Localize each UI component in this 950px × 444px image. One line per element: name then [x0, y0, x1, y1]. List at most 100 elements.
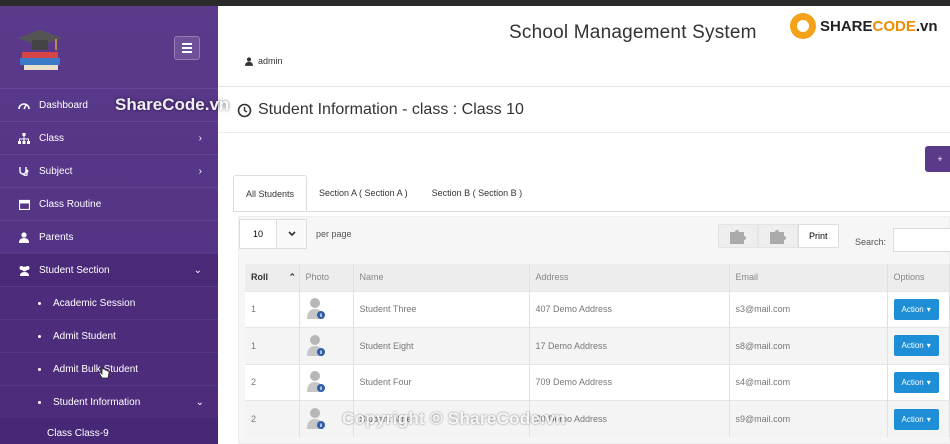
tab-section-a[interactable]: Section A ( Section A ) — [307, 175, 420, 211]
puzzle-icon — [770, 230, 786, 244]
copy-button[interactable] — [718, 224, 758, 248]
school-logo-icon — [18, 30, 62, 70]
tab-divider — [233, 211, 950, 212]
sidebar-item-student-section[interactable]: Student Section ⌄ — [0, 253, 218, 286]
chevron-down-icon: ⌄ — [195, 397, 204, 408]
users-icon — [17, 264, 31, 276]
caret-down-icon: ▾ — [926, 304, 931, 314]
calendar-icon — [17, 198, 31, 210]
gauge-icon — [17, 99, 31, 111]
page-title: Student Information - class : Class 10 — [237, 101, 524, 119]
sidebar-item-class-routine[interactable]: Class Routine — [0, 187, 218, 220]
cell-name: Student Three — [353, 290, 530, 328]
brand-logo: SHARECODE.vn — [790, 13, 938, 39]
sidebar-toggle-button[interactable] — [174, 36, 200, 60]
cell-name: Student Eight — [353, 327, 530, 364]
column-header-address[interactable]: Address — [529, 264, 730, 291]
action-dropdown-button[interactable]: Action ▾ — [893, 298, 939, 320]
table-header-row: Roll ⌃ Photo Name Address Email Options — [245, 264, 950, 291]
action-dropdown-button[interactable]: Action ▾ — [893, 371, 939, 393]
page-title-text: Student Information - class : Class 10 — [258, 101, 524, 118]
sitemap-icon — [17, 132, 31, 144]
action-label: Action — [901, 377, 924, 387]
column-header-name[interactable]: Name — [353, 264, 530, 291]
print-button[interactable]: Print — [798, 224, 839, 248]
sidebar-subitem-student-information[interactable]: Student Information ⌄ — [0, 385, 218, 418]
per-page-dropdown-button[interactable] — [277, 219, 307, 249]
table-row: 2 Student Four 709 Demo Address s4@mail.… — [245, 363, 950, 401]
cell-name: Student Four — [353, 363, 530, 401]
sidebar-subitem-label: Admit Student — [53, 330, 116, 342]
action-dropdown-button[interactable]: Action ▾ — [893, 408, 939, 430]
per-page-select[interactable]: 10 — [239, 219, 277, 249]
user-icon — [17, 231, 31, 243]
sidebar-subitem-academic-session[interactable]: Academic Session — [0, 286, 218, 319]
search-label: Search: — [855, 237, 887, 247]
header-divider — [218, 86, 950, 87]
user-menu[interactable]: admin — [245, 56, 283, 66]
sidebar-item-class[interactable]: Class › — [0, 121, 218, 154]
sidebar: Dashboard Class › Subject › Class Routin… — [0, 6, 218, 444]
chevron-right-icon: › — [198, 133, 202, 144]
sidebar-subsubitem-class-9[interactable]: Class Class-9 — [0, 418, 218, 444]
user-name: admin — [258, 56, 283, 66]
cell-roll: 2 — [245, 400, 300, 437]
cell-options: Action ▾ — [887, 327, 950, 364]
table-row: 1 Student Three 407 Demo Address s3@mail… — [245, 290, 950, 328]
cell-address: 709 Demo Address — [529, 363, 730, 401]
cell-address: 407 Demo Address — [529, 290, 730, 328]
cell-options: Action ▾ — [887, 400, 950, 437]
action-dropdown-button[interactable]: Action ▾ — [893, 335, 939, 357]
sidebar-nav: Dashboard Class › Subject › Class Routin… — [0, 88, 218, 444]
tab-section-b[interactable]: Section B ( Section B ) — [420, 175, 535, 211]
sidebar-item-subject[interactable]: Subject › — [0, 154, 218, 187]
hand-cursor-icon — [98, 366, 110, 379]
cell-email: s3@mail.com — [729, 290, 888, 328]
sidebar-subitem-admit-student[interactable]: Admit Student — [0, 319, 218, 352]
sidebar-item-label: Class — [39, 132, 65, 144]
stethoscope-icon — [17, 165, 31, 177]
sidebar-item-label: Parents — [39, 231, 74, 243]
sidebar-item-label: Student Section — [39, 264, 110, 276]
sidebar-item-label: Subject — [39, 165, 73, 177]
sidebar-item-parents[interactable]: Parents — [0, 220, 218, 253]
student-avatar-icon — [306, 334, 325, 356]
action-label: Action — [901, 341, 924, 351]
watermark-top: ShareCode.vn — [115, 95, 230, 114]
chevron-right-icon: › — [198, 166, 202, 177]
user-icon — [245, 56, 253, 66]
cell-roll: 1 — [245, 290, 300, 328]
column-header-options: Options — [887, 264, 950, 291]
table-tools: Print — [718, 224, 839, 248]
main-content: School Management System SHARECODE.vn ad… — [218, 6, 950, 444]
puzzle-icon — [730, 230, 746, 244]
student-avatar-icon — [306, 408, 325, 429]
cell-roll: 1 — [245, 327, 300, 364]
action-label: Action — [901, 304, 924, 314]
student-avatar-icon — [306, 371, 325, 393]
sidebar-item-label: Dashboard — [39, 99, 88, 111]
action-label: Action — [901, 414, 924, 424]
brand-tld: .vn — [915, 17, 938, 35]
bullet-icon — [38, 367, 41, 371]
column-header-roll[interactable]: Roll ⌃ — [245, 264, 300, 291]
app-title: School Management System — [509, 22, 757, 43]
brand-logo-icon — [790, 13, 816, 39]
add-student-button[interactable]: + — [925, 146, 950, 172]
sidebar-subitem-label: Admit Bulk Student — [53, 363, 139, 375]
caret-down-icon: ▾ — [926, 377, 931, 387]
cell-email: s9@mail.com — [729, 400, 888, 437]
student-avatar-icon — [306, 298, 325, 320]
column-header-email[interactable]: Email — [729, 264, 888, 291]
caret-down-icon: ▾ — [926, 341, 931, 351]
brand-prefix: SHARE — [820, 17, 873, 35]
sidebar-item-label: Class Routine — [39, 198, 102, 210]
sidebar-subitem-admit-bulk-student[interactable]: Admit Bulk Student — [0, 352, 218, 385]
cell-options: Action ▾ — [887, 290, 950, 328]
search-input[interactable] — [893, 228, 950, 252]
csv-button[interactable] — [758, 224, 798, 248]
cell-photo — [299, 327, 354, 364]
cell-photo — [299, 363, 354, 401]
tab-all-students[interactable]: All Students — [233, 175, 308, 211]
sidebar-subsubitem-label: Class Class-9 — [47, 427, 109, 439]
